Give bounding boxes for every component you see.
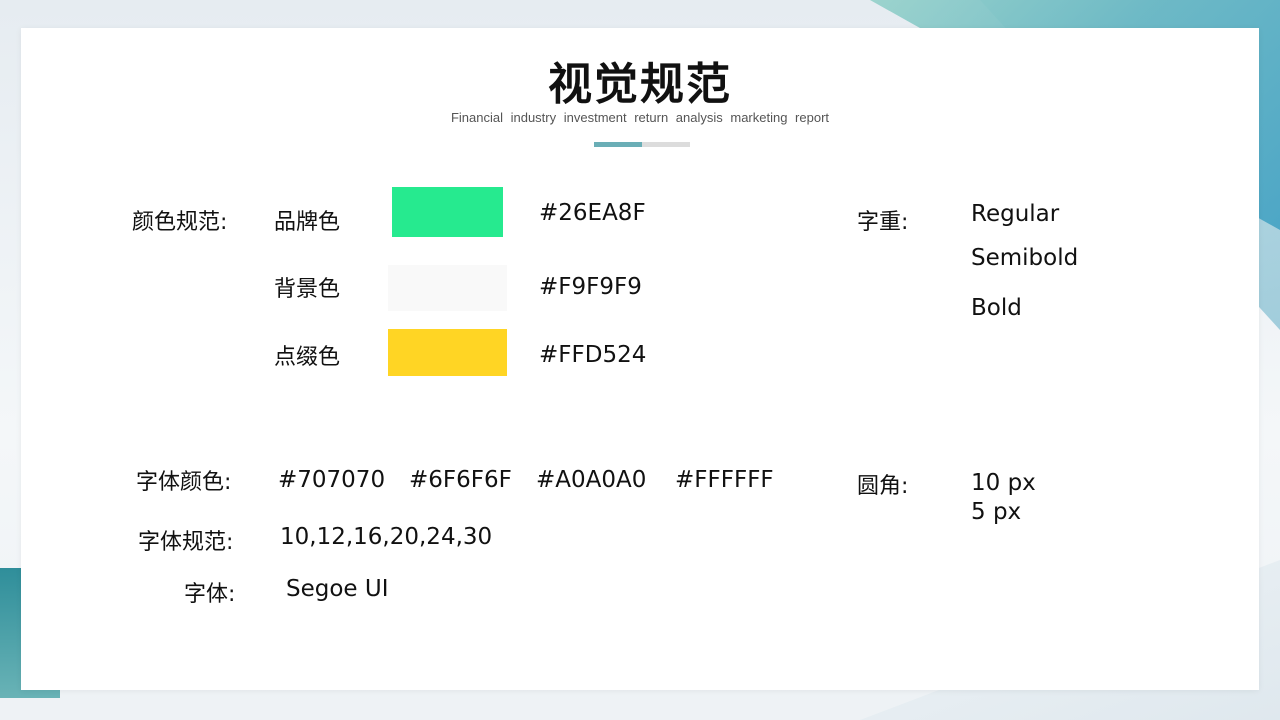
title-underline-accent (594, 142, 642, 147)
radius-value-1: 10 px (971, 470, 1036, 496)
font-size-label: 字体规范: (138, 530, 234, 555)
font-weight-label: 字重: (857, 210, 909, 235)
title-underline (594, 142, 690, 147)
font-weight-regular: Regular (971, 201, 1060, 227)
font-size-values: 10,12,16,20,24,30 (280, 524, 493, 550)
font-color-value-3: #A0A0A0 (536, 467, 647, 493)
content-card: 视觉规范 Financial industry investment retur… (21, 28, 1259, 690)
radius-value-2: 5 px (971, 499, 1022, 525)
brand-color-swatch (392, 187, 503, 237)
font-color-label: 字体颜色: (136, 470, 232, 495)
accent-color-swatch (388, 329, 507, 376)
font-color-value-4: #FFFFFF (675, 467, 774, 493)
accent-color-hex: #FFD524 (539, 342, 647, 368)
font-color-value-2: #6F6F6F (409, 467, 512, 493)
font-color-value-1: #707070 (278, 467, 386, 493)
color-spec-label: 颜色规范: (132, 210, 228, 235)
background-color-swatch (388, 265, 507, 311)
page-subtitle: Financial industry investment return ana… (450, 110, 830, 125)
radius-label: 圆角: (857, 474, 909, 499)
font-family-label: 字体: (184, 582, 236, 607)
accent-color-name: 点缀色 (274, 345, 341, 370)
background-color-name: 背景色 (274, 277, 341, 302)
brand-color-hex: #26EA8F (539, 200, 646, 226)
font-weight-bold: Bold (971, 295, 1022, 321)
background-color-hex: #F9F9F9 (539, 274, 642, 300)
page-title: 视觉规范 (548, 59, 732, 110)
brand-color-name: 品牌色 (274, 210, 341, 235)
font-family-value: Segoe UI (286, 576, 389, 602)
font-weight-semibold: Semibold (971, 245, 1079, 271)
